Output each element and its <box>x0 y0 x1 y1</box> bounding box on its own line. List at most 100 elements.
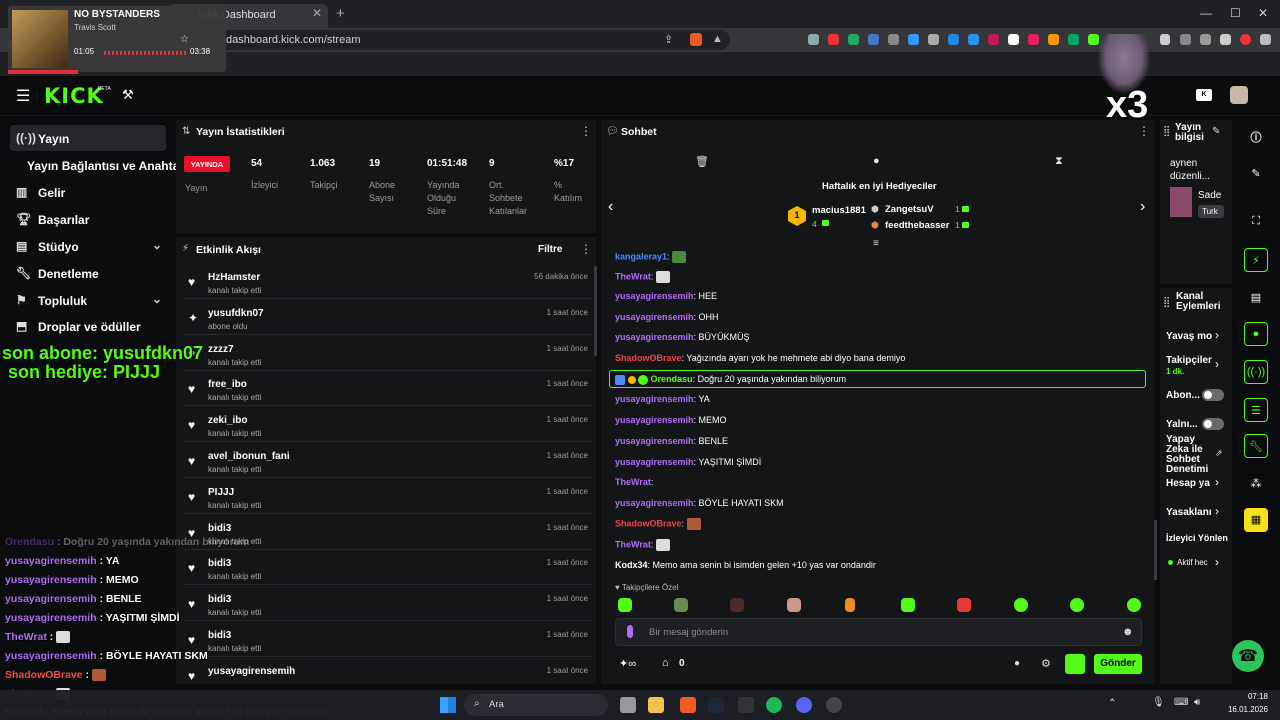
event-row[interactable]: ♥ yusayagirensemih 1 saat önce <box>184 659 592 693</box>
file-explorer-icon[interactable] <box>648 697 664 713</box>
chat-username[interactable]: yusayagirensemih <box>615 291 694 301</box>
emote-icon[interactable] <box>787 598 801 612</box>
extension-icon[interactable] <box>948 34 959 45</box>
event-username[interactable]: avel_ibonun_fani <box>208 451 290 462</box>
gifter-3-name[interactable]: feedthebasser <box>885 220 949 231</box>
maximize-icon[interactable]: ☐ <box>1230 6 1241 20</box>
fullscreen-icon[interactable]: ⛶ <box>1244 210 1268 234</box>
new-tab-icon[interactable]: + <box>336 5 345 22</box>
drag-handle-icon[interactable]: ⣿ <box>1163 126 1170 137</box>
close-tab-icon[interactable]: ✕ <box>312 6 322 20</box>
event-row[interactable]: ♥ bidi3 kanalı takip etti 1 saat önce <box>184 551 592 585</box>
points-icon[interactable]: ✦∞ <box>619 657 636 670</box>
chat-username[interactable]: yusayagirensemih <box>615 457 694 467</box>
category-name[interactable]: Sade <box>1198 190 1221 201</box>
send-button[interactable]: Gönder <box>1094 654 1142 674</box>
edit-icon[interactable]: ✎ <box>1244 162 1268 186</box>
emote-icon[interactable] <box>618 598 632 612</box>
sidebar-item-topluluk[interactable]: ⚑ Topluluk ⌄ <box>10 287 166 313</box>
event-username[interactable]: zeki_ibo <box>208 415 247 426</box>
network-icon[interactable]: ⌨ <box>1174 697 1188 708</box>
gifter-2-name[interactable]: ZangetsuV <box>885 204 934 215</box>
microphone-icon[interactable] <box>627 625 633 638</box>
emote-icon[interactable] <box>845 598 855 612</box>
taskbar-search[interactable] <box>464 694 608 716</box>
event-username[interactable]: HzHamster <box>208 272 260 283</box>
chat-bubble-icon[interactable]: ● <box>873 155 880 167</box>
chat-username[interactable]: yusayagirensemih <box>615 394 694 404</box>
chevron-right-icon[interactable]: › <box>1215 555 1219 569</box>
steam-icon[interactable] <box>708 697 724 713</box>
extension-icon[interactable] <box>928 34 939 45</box>
chat-username[interactable]: Kodx34 <box>615 560 648 570</box>
emote-icon[interactable] <box>1070 598 1084 612</box>
chevron-right-icon[interactable]: › <box>1215 475 1219 489</box>
emote-icon[interactable] <box>1014 598 1028 612</box>
extension-icon[interactable] <box>1068 34 1079 45</box>
event-username[interactable]: yusufdkn07 <box>208 308 264 319</box>
broadcast-icon[interactable]: ((·)) <box>1244 360 1268 384</box>
event-username[interactable]: free_ibo <box>208 379 247 390</box>
event-row[interactable]: ✦ yusufdkn07 abone oldu 1 saat önce <box>184 301 592 335</box>
chat-scrollbar[interactable] <box>1154 520 1157 580</box>
lightning-icon[interactable]: ⚡︎ <box>1244 248 1268 272</box>
wallet-icon[interactable] <box>1180 34 1191 45</box>
prev-arrow-icon[interactable]: ‹ <box>608 198 613 216</box>
event-row[interactable]: ♥ bidi3 kanalı takip etti 1 saat önce <box>184 587 592 621</box>
help-button[interactable]: ☎ <box>1232 640 1264 672</box>
hourglass-icon[interactable]: ⧗ <box>1055 155 1063 168</box>
store-icon[interactable]: ⌂ <box>662 657 669 669</box>
rewards-icon[interactable]: ▲ <box>712 33 723 45</box>
events-scrollbar[interactable] <box>594 266 597 356</box>
expand-icon[interactable]: ≡ <box>873 238 879 249</box>
event-row[interactable]: ♥ HzHamster kanalı takip etti 56 dakika önc… <box>184 265 592 299</box>
epic-games-icon[interactable] <box>738 697 754 713</box>
extension-icon[interactable] <box>1028 34 1039 45</box>
extension-icon[interactable] <box>1008 34 1019 45</box>
tray-chevron-icon[interactable]: ⌃ <box>1108 698 1116 709</box>
chat-username[interactable]: ShadowOBrave <box>615 518 682 528</box>
chat-username[interactable]: TheWrat <box>615 539 651 549</box>
task-view-icon[interactable] <box>620 697 636 713</box>
sidebar-item-yayin[interactable]: ((·)) Yayın <box>10 125 166 151</box>
chat-username[interactable]: yusayagirensemih <box>615 332 694 342</box>
volume-icon[interactable]: 🔊︎ <box>1194 697 1200 708</box>
sidebar-item-gelir[interactable]: ▥ Gelir <box>10 179 166 205</box>
close-window-icon[interactable]: ✕ <box>1258 6 1268 20</box>
events-menu-icon[interactable]: ⋮ <box>580 242 592 256</box>
extension-icon[interactable] <box>868 34 879 45</box>
tag-badge[interactable]: Turk <box>1198 205 1224 218</box>
kick-logo[interactable]: KICK <box>44 84 104 108</box>
event-username[interactable]: bidi3 <box>208 558 231 569</box>
sidebar-item-droplar[interactable]: ⬒ Droplar ve ödüller <box>10 313 166 339</box>
chevron-right-icon[interactable]: › <box>1215 357 1219 371</box>
info-icon[interactable]: ⓘ <box>1244 124 1268 148</box>
chat-username[interactable]: TheWrat <box>615 477 651 487</box>
chat-menu-icon[interactable]: ⋮ <box>1138 124 1150 138</box>
event-row[interactable]: ♥ zzzz7 kanalı takip etti 1 saat önce <box>184 337 592 371</box>
tools-icon[interactable]: ⚒ <box>122 87 134 103</box>
minimize-icon[interactable]: — <box>1200 6 1212 20</box>
url-bar[interactable]: dashboard.kick.com/stream <box>200 30 730 50</box>
event-row[interactable]: ♥ zeki_ibo kanalı takip etti 1 saat önce <box>184 408 592 442</box>
event-username[interactable]: bidi3 <box>208 630 231 641</box>
extension-icon[interactable] <box>1048 34 1059 45</box>
gifter-1-name[interactable]: macius1881 <box>812 205 866 216</box>
clapper-icon[interactable]: ▦ <box>1244 508 1268 532</box>
windows-start-icon[interactable] <box>440 697 456 713</box>
emote-icon[interactable] <box>1127 598 1141 612</box>
event-username[interactable]: zzzz7 <box>208 344 234 355</box>
event-username[interactable]: yusayagirensemih <box>208 666 295 677</box>
extension-icon[interactable] <box>908 34 919 45</box>
external-link-icon[interactable]: ⇗ <box>1215 448 1223 459</box>
stats-menu-icon[interactable]: ⋮ <box>580 124 592 138</box>
sidebar-item-stream-key[interactable]: Yayın Bağlantısı ve Anahtarı <box>10 152 187 178</box>
event-row[interactable]: ♥ PIJJJ kanalı takip etti 1 saat önce <box>184 480 592 514</box>
chat-username[interactable]: kangaleray1 <box>615 251 667 261</box>
chat-username[interactable]: yusayagirensemih <box>615 415 694 425</box>
event-username[interactable]: PIJJJ <box>208 487 234 498</box>
chat-username[interactable]: TheWrat <box>615 271 651 281</box>
extension-icon[interactable] <box>888 34 899 45</box>
chat-username[interactable]: yusayagirensemih <box>615 436 694 446</box>
drag-handle-icon[interactable]: ⣿ <box>1163 297 1170 308</box>
